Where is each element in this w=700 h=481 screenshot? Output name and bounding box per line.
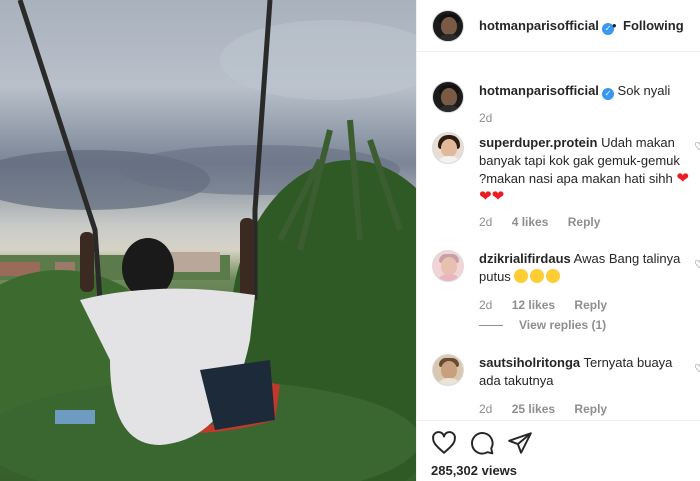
caption-text: hotmanparisofficial ✓ Sok nyali bbox=[479, 82, 689, 100]
paper-plane-icon[interactable] bbox=[507, 430, 533, 456]
comment-likes[interactable]: 25 likes bbox=[512, 402, 555, 416]
author-username-link[interactable]: hotmanparisofficial ✓ bbox=[479, 18, 614, 35]
comment-bubble-icon[interactable] bbox=[469, 430, 495, 456]
grinning-sweat-emoji bbox=[546, 269, 561, 283]
comment-like-icon[interactable]: ♡ bbox=[694, 140, 700, 153]
view-count[interactable]: 285,302 views bbox=[431, 463, 517, 478]
comment-username[interactable]: superduper.protein bbox=[479, 135, 597, 150]
comment-time[interactable]: 2d bbox=[479, 298, 492, 312]
red-heart-emoji: ❤ bbox=[491, 188, 505, 205]
comment-reply-button[interactable]: Reply bbox=[574, 402, 607, 416]
comment-meta: 2d 12 likes Reply bbox=[479, 298, 623, 312]
view-replies-button[interactable]: View replies (1) bbox=[479, 318, 606, 332]
comment-reply-button[interactable]: Reply bbox=[574, 298, 607, 312]
rofl-emoji bbox=[514, 269, 529, 283]
rofl-emoji bbox=[530, 269, 545, 283]
comment-username[interactable]: dzikrialifirdaus bbox=[479, 251, 571, 266]
comment-time[interactable]: 2d bbox=[479, 215, 492, 229]
comment-text: superduper.protein Udah makan banyak tap… bbox=[479, 134, 689, 206]
comment-text: sautsiholritonga Ternyata buaya ada taku… bbox=[479, 354, 689, 390]
comment-likes[interactable]: 12 likes bbox=[512, 298, 555, 312]
commenter-avatar[interactable] bbox=[432, 354, 464, 386]
following-button[interactable]: Following bbox=[623, 18, 684, 33]
post-image[interactable] bbox=[0, 0, 416, 481]
comment-username[interactable]: sautsiholritonga bbox=[479, 355, 580, 370]
author-avatar[interactable] bbox=[432, 81, 464, 113]
separator-dot: • bbox=[612, 18, 617, 33]
comment-meta: 2d 4 likes Reply bbox=[479, 215, 616, 229]
author-avatar[interactable] bbox=[432, 10, 464, 42]
red-heart-emoji: ❤ bbox=[676, 170, 689, 187]
commenter-avatar[interactable] bbox=[432, 132, 464, 164]
view-replies-line bbox=[479, 325, 503, 327]
comment-like-icon[interactable]: ♡ bbox=[694, 362, 700, 375]
swing-photo-illustration bbox=[0, 0, 416, 481]
comment-meta: 2d 25 likes Reply bbox=[479, 402, 623, 416]
post-actions-bar: 285,302 views bbox=[417, 420, 700, 481]
caption-meta: 2d bbox=[479, 111, 508, 125]
red-heart-emoji: ❤ bbox=[479, 188, 492, 205]
caption-body: Sok nyali bbox=[617, 83, 671, 98]
commenter-avatar[interactable] bbox=[432, 250, 464, 282]
comment-likes[interactable]: 4 likes bbox=[512, 215, 549, 229]
view-replies-label[interactable]: View replies (1) bbox=[519, 318, 606, 332]
heart-icon[interactable] bbox=[431, 430, 457, 456]
author-username[interactable]: hotmanparisofficial bbox=[479, 18, 599, 33]
caption-username[interactable]: hotmanparisofficial bbox=[479, 83, 599, 98]
post-header: hotmanparisofficial ✓ • Following bbox=[417, 0, 700, 52]
caption-time[interactable]: 2d bbox=[479, 111, 492, 125]
comment-time[interactable]: 2d bbox=[479, 402, 492, 416]
comment-text: dzikrialifirdaus Awas Bang talinya putus bbox=[479, 250, 689, 286]
post-sidebar: hotmanparisofficial ✓ • Following hotmanp… bbox=[417, 0, 700, 481]
comment-reply-button[interactable]: Reply bbox=[568, 215, 601, 229]
verified-badge-icon: ✓ bbox=[601, 88, 614, 100]
comment-like-icon[interactable]: ♡ bbox=[694, 258, 700, 271]
